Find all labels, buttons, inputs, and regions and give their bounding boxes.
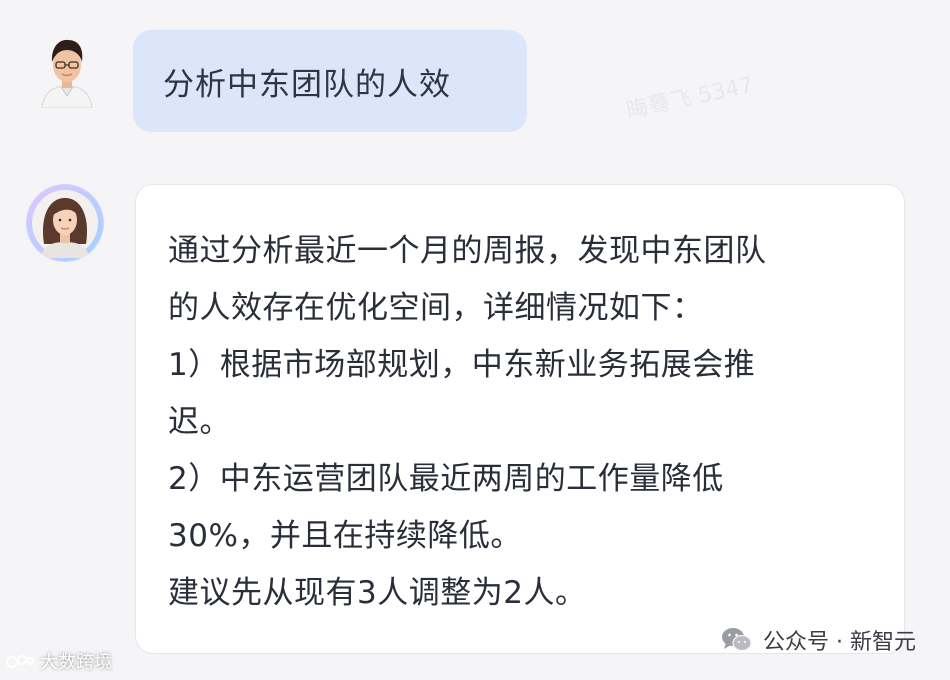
- assistant-avatar[interactable]: [26, 184, 104, 262]
- user-message-text: 分析中东团队的人效: [163, 66, 451, 103]
- assistant-message-line: 迟。: [168, 404, 231, 440]
- wechat-icon: [721, 626, 753, 654]
- brand-logo-icon: [6, 655, 34, 668]
- brand-name: 大数跨境: [40, 652, 112, 673]
- assistant-message-line: 30%，并且在持续降低。: [168, 518, 522, 554]
- source-credit: 公众号 · 新智元: [721, 624, 916, 656]
- assistant-message-bubble: 通过分析最近一个月的周报，发现中东团队 的人效存在优化空间，详细情况如下： 1）…: [135, 184, 905, 654]
- source-text: 公众号 · 新智元: [763, 630, 916, 655]
- watermark: 晦蓦飞 5347: [624, 72, 756, 125]
- assistant-message-line: 的人效存在优化空间，详细情况如下：: [168, 290, 704, 326]
- assistant-message-line: 1）根据市场部规划，中东新业务拓展会推: [168, 347, 756, 383]
- assistant-message-line: 2）中东运营团队最近两周的工作量降低: [168, 461, 724, 497]
- assistant-message-line: 通过分析最近一个月的周报，发现中东团队: [168, 233, 767, 269]
- user-message-bubble: 分析中东团队的人效: [133, 30, 527, 132]
- assistant-message-line: 建议先从现有3人调整为2人。: [168, 575, 587, 611]
- chat-window: 晦蓦飞 5347 晦蓦飞 5347 分析中东团队的人效: [0, 0, 950, 680]
- brand-watermark: 大数跨境: [6, 648, 112, 674]
- user-avatar[interactable]: [34, 30, 100, 108]
